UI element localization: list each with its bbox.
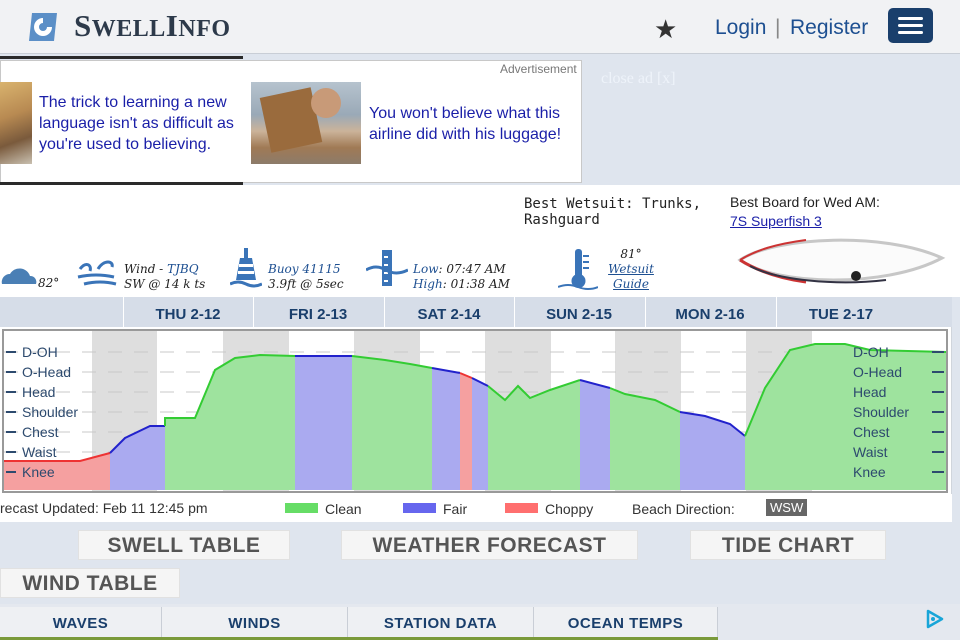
water-temp-info: 81° Wetsuit Guide <box>606 247 656 292</box>
menu-icon-bar <box>898 31 923 34</box>
tide-low-time: : 07:47 AM <box>438 262 506 276</box>
ad-text-1[interactable]: The trick to learning a new language isn… <box>39 92 249 155</box>
tide-low-label[interactable]: Low <box>413 262 438 276</box>
y-label-right: Head <box>853 384 886 400</box>
y-label: Chest <box>22 424 59 440</box>
y-label: Shoulder <box>22 404 78 420</box>
header-divider <box>0 56 243 59</box>
login-link[interactable]: Login <box>715 16 766 40</box>
nav-waves[interactable]: WAVES <box>0 607 162 640</box>
legend-swatch-fair <box>403 503 436 513</box>
cloud-icon <box>1 268 37 284</box>
tide-high-time: : 01:38 AM <box>442 277 510 291</box>
air-temperature: 82° <box>38 276 60 290</box>
y-label-right: Waist <box>853 444 888 460</box>
star-icon[interactable]: ★ <box>654 14 677 45</box>
day-label[interactable]: SUN 2-15 <box>514 306 644 323</box>
y-label-right: O-Head <box>853 364 902 380</box>
ad-label: Advertisement <box>500 62 577 76</box>
y-label: O-Head <box>22 364 71 380</box>
beach-direction-badge: WSW <box>766 499 808 516</box>
logo-wordmark[interactable]: SWELLINFO <box>74 8 231 44</box>
tide-info: Low: 07:47 AM High: 01:38 AM <box>413 262 510 292</box>
legend-swatch-clean <box>285 503 318 513</box>
forecast-updated: recast Updated: Feb 11 12:45 pm <box>0 500 208 516</box>
wetsuit-guide-link-2[interactable]: Guide <box>613 277 649 291</box>
y-label-right: D-OH <box>853 344 889 360</box>
register-link[interactable]: Register <box>790 16 868 40</box>
tide-icon <box>366 250 408 286</box>
thermometer-icon <box>558 249 598 290</box>
nav-ocean-temps[interactable]: OCEAN TEMPS <box>534 607 718 640</box>
nav-station-data[interactable]: STATION DATA <box>348 607 534 640</box>
buoy-info: Buoy 41115 3.9ft @ 5sec <box>268 262 344 292</box>
surf-forecast-chart[interactable]: D-OH O-Head Head Shoulder Chest Waist Kn… <box>0 328 952 494</box>
y-label: Head <box>22 384 55 400</box>
wind-table-button[interactable]: WIND TABLE <box>0 568 180 598</box>
day-label[interactable]: THU 2-12 <box>123 306 253 323</box>
tide-high-label[interactable]: High <box>413 277 443 291</box>
ad-image-2[interactable] <box>251 82 361 164</box>
y-label-right: Chest <box>853 424 890 440</box>
nav-winds[interactable]: WINDS <box>162 607 348 640</box>
buoy-value: 3.9ft @ 5sec <box>268 277 344 291</box>
wind-icon <box>77 260 117 286</box>
buoy-icon <box>230 248 262 288</box>
login-separator: | <box>775 16 781 39</box>
wind-info: Wind - TJBQ SW @ 14 k ts <box>124 262 205 292</box>
tide-chart-button[interactable]: TIDE CHART <box>690 530 886 560</box>
wetsuit-guide-link[interactable]: Wetsuit <box>608 262 654 276</box>
legend-label-fair: Fair <box>443 501 468 517</box>
legend-label-choppy: Choppy <box>545 501 594 517</box>
day-label[interactable]: TUE 2-17 <box>776 306 906 323</box>
wind-value: SW @ 14 k ts <box>124 277 206 291</box>
surfboard-icon[interactable] <box>736 230 948 292</box>
water-temperature: 81° <box>620 247 642 261</box>
ad-text-2[interactable]: You won't believe what this airline did … <box>369 103 574 145</box>
beach-direction-label: Beach Direction: <box>632 501 735 517</box>
ad-image-1[interactable] <box>0 82 32 164</box>
wind-station-link[interactable]: TJBQ <box>167 262 198 276</box>
day-label[interactable]: MON 2-16 <box>645 306 775 323</box>
y-label: Knee <box>22 464 55 480</box>
day-label[interactable]: SAT 2-14 <box>384 306 514 323</box>
legend-swatch-choppy <box>505 503 538 513</box>
menu-icon-bar <box>898 24 923 27</box>
legend-label-clean: Clean <box>325 501 362 517</box>
y-label: Waist <box>22 444 57 460</box>
menu-icon <box>898 17 923 20</box>
day-label[interactable]: FRI 2-13 <box>253 306 383 323</box>
menu-button[interactable] <box>888 8 933 43</box>
y-label-right: Shoulder <box>853 404 909 420</box>
logo-icon[interactable] <box>26 10 60 44</box>
swell-table-button[interactable]: SWELL TABLE <box>78 530 290 560</box>
y-label-right: Knee <box>853 464 886 480</box>
y-label: D-OH <box>22 344 58 360</box>
best-wetsuit: Best Wetsuit: Trunks, Rashguard <box>524 196 702 228</box>
close-ad-button[interactable]: close ad [x] <box>601 70 676 88</box>
best-board-label: Best Board for Wed AM: <box>730 194 880 210</box>
best-board-link[interactable]: 7S Superfish 3 <box>730 213 822 229</box>
wind-label: Wind - <box>124 262 168 276</box>
adchoices-icon[interactable] <box>924 608 946 630</box>
weather-forecast-button[interactable]: WEATHER FORECAST <box>341 530 638 560</box>
buoy-link[interactable]: Buoy 41115 <box>268 262 341 276</box>
